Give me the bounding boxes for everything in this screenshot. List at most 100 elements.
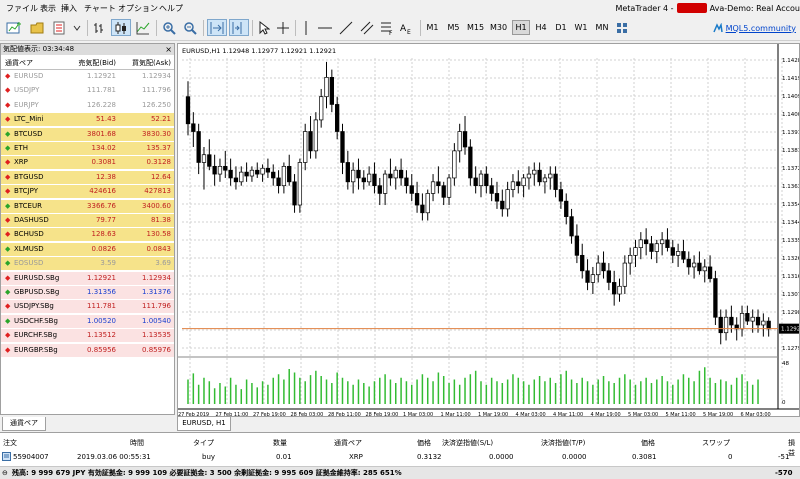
- chart-shift-button[interactable]: [229, 19, 249, 36]
- vertical-line-button[interactable]: [299, 19, 313, 36]
- close-icon[interactable]: ×: [165, 44, 172, 55]
- list-item[interactable]: ◆ BTCJPY 424616 427813: [1, 185, 174, 199]
- list-item[interactable]: ◆ BTCUSD 3801.68 3830.30: [1, 127, 174, 141]
- timeframe-mn[interactable]: MN: [592, 20, 612, 35]
- time-tick-label: 5 Mar 11:00: [666, 412, 696, 416]
- list-item[interactable]: ◆ USDJPY.SBg 111.781 111.796: [1, 300, 174, 314]
- channel-button[interactable]: [358, 19, 376, 36]
- total-profit: -570: [775, 469, 793, 477]
- bar-chart-button[interactable]: [91, 19, 109, 36]
- bid-price: 1.12921: [87, 72, 116, 80]
- col-type[interactable]: タイプ: [193, 438, 214, 448]
- price-tick-label: 1.13077: [782, 292, 799, 298]
- down-arrow-icon: ◆: [5, 302, 11, 311]
- timeframe-h1[interactable]: H1: [512, 20, 530, 35]
- header-bid[interactable]: 売気配(Bid): [78, 58, 116, 68]
- list-item[interactable]: ◆ BTCEUR 3366.76 3400.60: [1, 199, 174, 213]
- new-chart-button[interactable]: [4, 19, 24, 36]
- col-sl[interactable]: 決済逆指値(S/L): [442, 438, 493, 448]
- list-item[interactable]: ◆ EURCHF.SBg 1.13512 1.13535: [1, 329, 174, 343]
- bear-candle: [606, 270, 612, 283]
- list-item[interactable]: ◆ XLMUSD 0.0826 0.0843: [1, 242, 174, 256]
- auto-scroll-button[interactable]: [207, 19, 227, 36]
- candlestick-button[interactable]: [111, 19, 131, 36]
- list-item[interactable]: ◆ EURUSD 1.12921 1.12934: [1, 70, 174, 83]
- menu-file[interactable]: ファイル: [6, 3, 38, 14]
- list-item[interactable]: ◆ LTC_Mini 51.43 52.21: [1, 113, 174, 127]
- symbol-name: USDJPY.SBg: [14, 302, 54, 311]
- menu-chart[interactable]: チャート: [84, 3, 116, 14]
- timeframe-m1[interactable]: M1: [423, 20, 442, 35]
- header-ask[interactable]: 買気配(Ask): [132, 58, 171, 68]
- menu-insert[interactable]: 挿入: [61, 3, 77, 14]
- tab-chart-eurusd[interactable]: EURUSD, H1: [177, 417, 231, 431]
- bull-candle: [201, 154, 207, 163]
- time-tick-label: 4 Mar 11:00: [553, 412, 583, 416]
- timeframe-m15[interactable]: M15: [465, 20, 486, 35]
- zoom-in-button[interactable]: [160, 19, 178, 36]
- menu-options[interactable]: オプション: [118, 3, 158, 14]
- bear-candle: [340, 131, 345, 163]
- col-symbol[interactable]: 通貨ペア: [334, 438, 362, 448]
- text-tools-button[interactable]: AE: [398, 19, 416, 36]
- bull-candle: [478, 173, 484, 187]
- list-item[interactable]: ◆ BTGUSD 12.38 12.64: [1, 170, 174, 184]
- list-item[interactable]: ◆ XRP 0.3081 0.3128: [1, 156, 174, 170]
- order-id: 55904007: [13, 453, 49, 461]
- list-item[interactable]: ◆ EOSUSD 3.59 3.69: [1, 257, 174, 271]
- list-item[interactable]: ◆ EURUSD.SBg 1.12921 1.12934: [1, 271, 174, 285]
- zoom-out-button[interactable]: [181, 19, 199, 36]
- col-price[interactable]: 価格: [417, 438, 431, 448]
- col-current-price[interactable]: 価格: [641, 438, 655, 448]
- mql5-link-label: MQL5.community: [725, 23, 796, 33]
- horizontal-line-button[interactable]: [316, 19, 334, 36]
- time-tick-label: 6 Mar 03:00: [741, 412, 771, 416]
- col-swap[interactable]: スワップ: [702, 438, 730, 448]
- col-tp[interactable]: 決済指値(T/P): [541, 438, 585, 448]
- more-button[interactable]: [70, 19, 84, 36]
- list-item[interactable]: ◆ EURGBP.SBg 0.85956 0.85976: [1, 343, 174, 357]
- timeframe-m5[interactable]: M5: [444, 20, 463, 35]
- timeframe-h4[interactable]: H4: [532, 20, 550, 35]
- horizontal-line-icon: [318, 27, 332, 28]
- list-item[interactable]: ◆ GBPUSD.SBg 1.31356 1.31376: [1, 286, 174, 299]
- chart-window[interactable]: 1.14283 1.14191 1.14099 1.14004 1.13912 1.138…: [177, 43, 800, 418]
- list-item[interactable]: ◆ BCHUSD 128.63 130.58: [1, 228, 174, 242]
- time-tick-label: 4 Mar 19:00: [591, 412, 621, 416]
- timeframe-m30[interactable]: M30: [488, 20, 509, 35]
- list-item[interactable]: ◆ USDJPY 111.781 111.796: [1, 84, 174, 98]
- balance-icon: ⊖: [2, 469, 8, 477]
- mql5-community-link[interactable]: MQL5.community: [712, 23, 796, 33]
- trendline-button[interactable]: [337, 19, 355, 36]
- bull-candle: [505, 189, 510, 210]
- list-item[interactable]: ◆ EURJPY 126.228 126.250: [1, 98, 174, 112]
- time-tick-label: 27 Feb 11:00: [216, 412, 249, 416]
- ask-price: 130.58: [146, 230, 172, 239]
- fibonacci-button[interactable]: F: [378, 19, 396, 36]
- col-time[interactable]: 時間: [130, 438, 144, 448]
- period-separator-button[interactable]: [614, 19, 630, 36]
- menu-view[interactable]: 表示: [40, 3, 56, 14]
- crosshair-button[interactable]: [275, 19, 291, 36]
- cursor-button[interactable]: [256, 19, 272, 36]
- list-item[interactable]: ◆ USDCHF.SBg 1.00520 1.00540: [1, 314, 174, 328]
- menu-help[interactable]: ヘルプ: [159, 3, 183, 14]
- up-arrow-icon: ◆: [5, 244, 11, 253]
- col-order[interactable]: 注文: [3, 438, 17, 448]
- timeframe-w1[interactable]: W1: [572, 20, 590, 35]
- header-symbol[interactable]: 通貨ペア: [5, 58, 33, 68]
- col-profit[interactable]: 損益: [788, 438, 800, 458]
- tab-symbols[interactable]: 通貨ペア: [2, 417, 46, 431]
- market-watch-button[interactable]: [50, 19, 68, 36]
- profiles-button[interactable]: [28, 19, 46, 36]
- timeframe-d1[interactable]: D1: [552, 20, 570, 35]
- col-size[interactable]: 数量: [273, 438, 287, 448]
- price-chart[interactable]: 1.14283 1.14191 1.14099 1.14004 1.13912 1.138…: [178, 44, 800, 418]
- line-chart-button[interactable]: [134, 19, 152, 36]
- list-item[interactable]: ◆ ETH 134.02 135.37: [1, 142, 174, 155]
- symbol-name: EOSUSD: [14, 259, 44, 268]
- mql5-icon: [712, 23, 723, 33]
- ask-price: 12.64: [150, 172, 171, 181]
- bull-candle: [430, 181, 436, 194]
- list-item[interactable]: ◆ DASHUSD 79.77 81.38: [1, 214, 174, 227]
